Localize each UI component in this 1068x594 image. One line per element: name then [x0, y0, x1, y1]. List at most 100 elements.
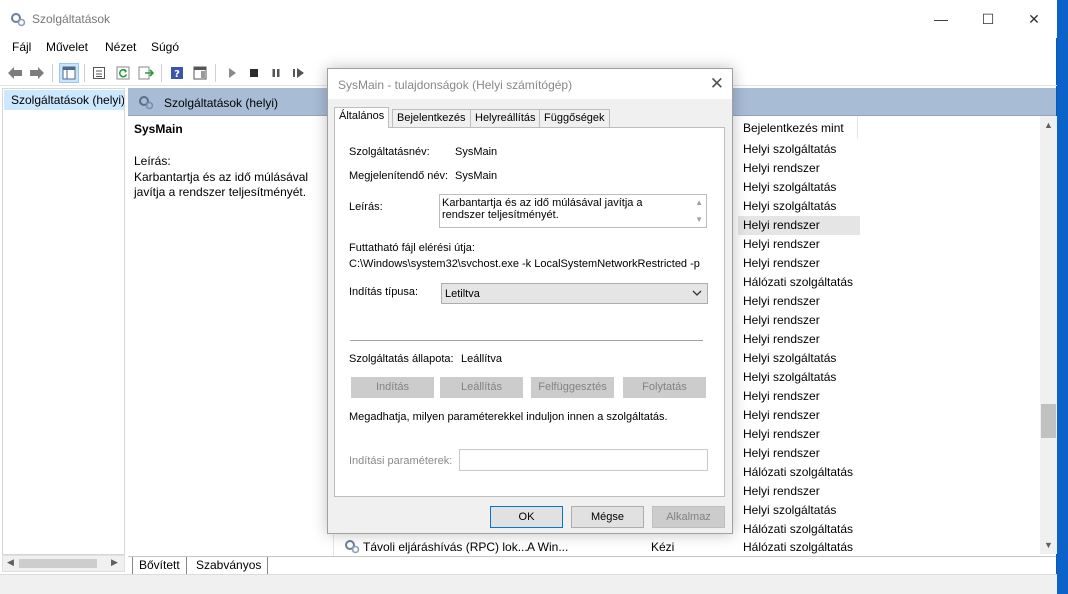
tree-horizontal-scrollbar[interactable]: ◀ ▶	[2, 555, 125, 572]
column-header-label: Bejelentkezés mint	[743, 121, 844, 135]
services-vertical-scrollbar[interactable]: ▲ ▼	[1040, 116, 1057, 554]
window-title: Szolgáltatások	[32, 12, 111, 26]
scroll-down-icon[interactable]: ▼	[1044, 540, 1053, 550]
list-item[interactable]: Helyi rendszer	[738, 444, 860, 463]
service-name: SysMain	[134, 122, 183, 136]
startup-type-select[interactable]: Letiltva	[441, 283, 708, 304]
scroll-thumb[interactable]	[19, 559, 97, 568]
dialog-title-bar: SysMain - tulajdonságok (Helyi számítógé…	[328, 69, 732, 99]
status-bar	[0, 574, 1057, 594]
scroll-down-icon[interactable]: ▼	[695, 215, 703, 224]
tree-item-services-local[interactable]: Szolgáltatások (helyi)	[4, 90, 124, 110]
dialog-close-icon[interactable]: ✕	[710, 74, 724, 94]
ok-button[interactable]: OK	[490, 506, 563, 528]
service-name-value: SysMain	[455, 146, 498, 158]
display-name-label: Megjelenítendő név:	[349, 170, 449, 182]
maximize-button[interactable]: ☐	[965, 0, 1011, 38]
extended-description-pane: SysMain Leírás: Karbantartja és az idő m…	[128, 116, 334, 556]
service-status-label: Szolgáltatás állapota:	[349, 353, 454, 365]
divider	[350, 340, 703, 341]
stop-service-icon[interactable]	[244, 63, 264, 83]
show-hide-pane-icon[interactable]	[190, 63, 210, 83]
start-button[interactable]: Indítás	[351, 377, 434, 398]
stop-button[interactable]: Leállítás	[440, 377, 523, 398]
resume-button[interactable]: Folytatás	[623, 377, 706, 398]
apply-button[interactable]: Alkalmaz	[652, 506, 725, 528]
tab-extended[interactable]: Bővített	[132, 557, 187, 575]
description-textbox[interactable]: Karbantartja és az idő múlásával javítja…	[439, 194, 707, 228]
gears-icon	[344, 538, 360, 557]
list-item[interactable]: Helyi szolgáltatás	[738, 197, 860, 216]
minimize-button[interactable]: —	[918, 0, 964, 38]
pause-service-icon[interactable]	[266, 63, 286, 83]
tab-standard[interactable]: Szabványos	[190, 557, 269, 575]
list-item[interactable]: Helyi rendszer	[738, 311, 860, 330]
menu-file[interactable]: Fájl	[12, 40, 31, 54]
scroll-left-icon[interactable]: ◀	[7, 557, 14, 568]
list-item[interactable]: Helyi szolgáltatás	[738, 140, 860, 159]
console-tree-icon[interactable]	[59, 63, 79, 83]
list-item[interactable]: Helyi szolgáltatás	[738, 349, 860, 368]
forward-icon[interactable]	[27, 63, 47, 83]
menu-view[interactable]: Nézet	[105, 40, 136, 54]
scroll-right-icon[interactable]: ▶	[111, 557, 118, 568]
list-item[interactable]: Helyi rendszer	[738, 406, 860, 425]
service-name-cell: Távoli eljáráshívás (RPC) lok...	[363, 540, 528, 554]
list-item[interactable]: Helyi rendszer	[738, 387, 860, 406]
scroll-thumb[interactable]	[1041, 404, 1056, 438]
close-button[interactable]: ✕	[1011, 0, 1057, 38]
export-list-icon[interactable]	[136, 63, 156, 83]
column-header-log-on-as[interactable]: Bejelentkezés mint	[738, 116, 858, 138]
start-parameters-input[interactable]	[459, 449, 708, 471]
menu-help[interactable]: Súgó	[151, 40, 179, 54]
list-item[interactable]: Hálózati szolgáltatás	[738, 520, 860, 539]
tab-recovery[interactable]: Helyreállítás	[470, 109, 541, 127]
startup-type-cell: Kézi	[651, 540, 675, 554]
service-status-value: Leállítva	[461, 353, 502, 365]
description-label: Leírás:	[349, 201, 383, 213]
scroll-up-icon[interactable]: ▲	[1044, 120, 1053, 130]
help-icon[interactable]: ?	[167, 63, 187, 83]
view-tabs: Bővített Szabványos	[128, 556, 1056, 575]
list-item[interactable]: Helyi rendszer	[738, 425, 860, 444]
table-row[interactable]: Távoli eljáráshívás (RPC) lok... A Win..…	[344, 538, 864, 556]
list-item[interactable]: Helyi rendszer	[738, 216, 860, 235]
general-tab-panel: Szolgáltatásnév: SysMain Megjelenítendő …	[334, 127, 725, 497]
description-label: Leírás:	[134, 154, 171, 168]
list-item[interactable]: Hálózati szolgáltatás	[738, 273, 860, 292]
pane-header-title: Szolgáltatások (helyi)	[164, 96, 279, 110]
list-item[interactable]: Helyi szolgáltatás	[738, 368, 860, 387]
list-item[interactable]: Helyi rendszer	[738, 330, 860, 349]
list-item[interactable]: Helyi rendszer	[738, 254, 860, 273]
parameters-hint: Megadhatja, milyen paraméterekkel indulj…	[349, 411, 668, 423]
tab-general[interactable]: Általános	[334, 107, 390, 128]
executable-path-value[interactable]: C:\Windows\system32\svchost.exe -k Local…	[349, 258, 700, 270]
svg-text:?: ?	[174, 69, 180, 80]
tab-dependencies[interactable]: Függőségek	[539, 109, 610, 127]
list-item[interactable]: Helyi szolgáltatás	[738, 178, 860, 197]
start-parameters-label: Indítási paraméterek:	[349, 455, 453, 467]
title-bar: Szolgáltatások — ☐ ✕	[0, 0, 1057, 38]
list-item[interactable]: Helyi rendszer	[738, 235, 860, 254]
list-item[interactable]: Helyi rendszer	[738, 159, 860, 178]
tab-log-on[interactable]: Bejelentkezés	[392, 109, 471, 127]
log-on-as-column: Helyi szolgáltatás Helyi rendszer Helyi sz…	[738, 140, 860, 539]
scroll-up-icon[interactable]: ▲	[695, 198, 703, 207]
back-icon[interactable]	[5, 63, 25, 83]
properties-dialog: SysMain - tulajdonságok (Helyi számítógé…	[327, 68, 733, 534]
restart-service-icon[interactable]	[289, 63, 309, 83]
start-service-icon[interactable]	[222, 63, 242, 83]
gears-icon	[138, 94, 154, 113]
refresh-icon[interactable]	[113, 63, 133, 83]
list-item[interactable]: Helyi rendszer	[738, 292, 860, 311]
list-item[interactable]: Hálózati szolgáltatás	[738, 463, 860, 482]
list-item[interactable]: Helyi szolgáltatás	[738, 501, 860, 520]
console-tree: Szolgáltatások (helyi)	[2, 88, 125, 555]
display-name-value: SysMain	[455, 170, 498, 182]
cancel-button[interactable]: Mégse	[571, 506, 644, 528]
menu-action[interactable]: Művelet	[46, 40, 88, 54]
menu-bar: Fájl Művelet Nézet Súgó	[0, 38, 1057, 58]
properties-icon[interactable]	[89, 63, 109, 83]
list-item[interactable]: Helyi rendszer	[738, 482, 860, 501]
pause-button[interactable]: Felfüggesztés	[531, 377, 614, 398]
